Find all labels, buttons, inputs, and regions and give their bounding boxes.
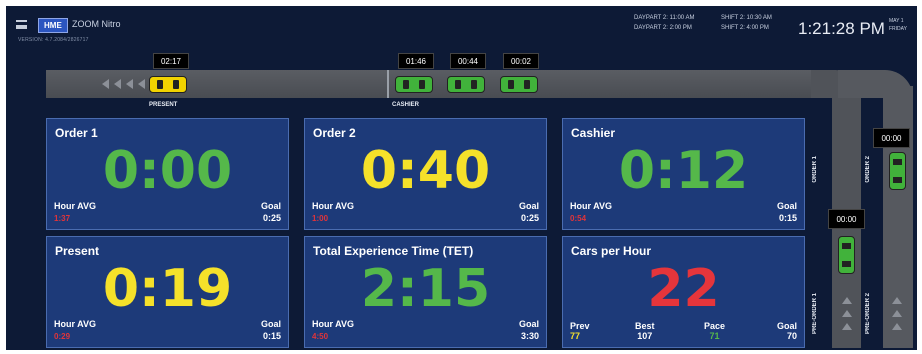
- version-text: VERSION: 4.7.2084/2826717: [18, 37, 89, 43]
- cph-title: Cars per Hour: [571, 244, 652, 258]
- date-info: MAY 1 FRIDAY: [889, 17, 907, 33]
- tet-goal-value: 3:30: [520, 331, 539, 341]
- cph-prev-value: 77: [570, 331, 581, 341]
- lane-arrow-icon: [138, 79, 145, 89]
- cph-pace-value: 71: [709, 331, 720, 341]
- order2-lane-label: ORDER 2: [865, 156, 871, 183]
- clock: 1:21:28 PM: [798, 19, 885, 38]
- cph-goal-label: Goal: [776, 321, 797, 331]
- present-lane-label: PRESENT: [149, 102, 178, 108]
- cars-per-hour-panel: Cars per Hour 22 Prev 77 Best 107 Pace 7…: [562, 236, 805, 348]
- cashier-panel: Cashier 0:12 Hour AVG 0:54 Goal 0:15: [562, 118, 805, 230]
- order1-car-timer: 00:00: [828, 209, 865, 229]
- present-goal-label: Goal: [260, 319, 281, 329]
- cph-prev: Prev 77: [570, 321, 590, 341]
- daypart-line-1: DAYPART 2: 11:00 AM: [634, 15, 695, 21]
- shift-info: SHIFT 2: 10:30 AM SHIFT 2: 4:00 PM: [721, 13, 772, 33]
- daypart-line-2: DAYPART 2: 2:00 PM: [634, 25, 692, 31]
- lane-arrow-icon: [102, 79, 109, 89]
- cashier-time: 0:12: [618, 141, 749, 201]
- cashier-car-3-icon[interactable]: [500, 76, 538, 93]
- order2-road: [883, 86, 913, 348]
- cashier-car-timer-3: 00:02: [503, 53, 539, 69]
- order1-time: 0:00: [102, 141, 233, 201]
- order1-car-icon[interactable]: [838, 236, 855, 274]
- date-line-1: MAY 1: [889, 18, 904, 24]
- lane-arrow-icon: [114, 79, 121, 89]
- cashier-car-2-icon[interactable]: [447, 76, 485, 93]
- daypart-info: DAYPART 2: 11:00 AM DAYPART 2: 2:00 PM: [634, 13, 694, 33]
- tet-title: Total Experience Time (TET): [313, 244, 474, 258]
- present-time: 0:19: [102, 259, 233, 319]
- tet-panel: Total Experience Time (TET) 2:15 Hour AV…: [304, 236, 547, 348]
- cashier-hour-avg-value: 0:54: [570, 214, 587, 223]
- preorder2-arrow-icon: [892, 297, 902, 304]
- cph-pace-label: Pace: [704, 321, 726, 331]
- cashier-car-1-icon[interactable]: [395, 76, 433, 93]
- cph-value: 22: [647, 259, 720, 319]
- order1-hour-avg-label: Hour AVG: [54, 201, 96, 211]
- order2-goal-label: Goal: [518, 201, 539, 211]
- shift-line-2: SHIFT 2: 4:00 PM: [721, 25, 769, 31]
- present-goal-value: 0:15: [262, 331, 281, 341]
- present-panel: Present 0:19 Hour AVG 0:29 Goal 0:15: [46, 236, 289, 348]
- app-name: ZOOM Nitro: [72, 19, 121, 29]
- cashier-goal-label: Goal: [776, 201, 797, 211]
- tet-goal-label: Goal: [518, 319, 539, 329]
- order1-goal-label: Goal: [260, 201, 281, 211]
- preorder1-arrow-icon: [842, 323, 852, 330]
- cph-best-value: 107: [637, 331, 653, 341]
- present-hour-avg-value: 0:29: [54, 332, 71, 341]
- cph-goal-value: 70: [786, 331, 797, 341]
- tet-hour-avg-label: Hour AVG: [312, 319, 354, 329]
- lane-divider: [387, 70, 389, 98]
- cph-best: Best 107: [635, 321, 655, 341]
- cph-goal: Goal 70: [777, 321, 797, 341]
- drive-thru-lane: 02:17 PRESENT 01:46 00:44 00:02 CASHIER: [6, 53, 917, 108]
- present-car-icon[interactable]: [149, 76, 187, 93]
- cashier-car-timer-2: 00:44: [450, 53, 486, 69]
- cashier-hour-avg-label: Hour AVG: [570, 201, 612, 211]
- cashier-goal-value: 0:15: [778, 213, 797, 223]
- cph-best-label: Best: [635, 321, 655, 331]
- order1-title: Order 1: [55, 126, 98, 140]
- cashier-title: Cashier: [571, 126, 616, 140]
- preorder2-arrow-icon: [892, 310, 902, 317]
- hme-logo: HME: [38, 18, 68, 33]
- order2-time: 0:40: [360, 141, 491, 201]
- preorder2-arrow-icon: [892, 323, 902, 330]
- order2-title: Order 2: [313, 126, 356, 140]
- cashier-car-timer-1: 01:46: [398, 53, 434, 69]
- date-line-2: FRIDAY: [889, 26, 907, 32]
- preorder1-lane-label: PRE-ORDER 1: [812, 293, 818, 335]
- order2-goal-value: 0:25: [520, 213, 539, 223]
- order2-car-icon[interactable]: [889, 152, 906, 190]
- order1-hour-avg-value: 1:37: [54, 214, 71, 223]
- preorder1-arrow-icon: [842, 297, 852, 304]
- shift-line-1: SHIFT 2: 10:30 AM: [721, 15, 772, 21]
- preorder1-arrow-icon: [842, 310, 852, 317]
- cashier-lane-label: CASHIER: [392, 102, 420, 108]
- tet-time: 2:15: [360, 259, 491, 319]
- order1-lane-label: ORDER 1: [812, 156, 818, 183]
- order1-goal-value: 0:25: [262, 213, 281, 223]
- tet-hour-avg-value: 4:50: [312, 332, 329, 341]
- lane-arrow-icon: [126, 79, 133, 89]
- order1-panel: Order 1 0:00 Hour AVG 1:37 Goal 0:25: [46, 118, 289, 230]
- order2-hour-avg-value: 1:00: [312, 214, 329, 223]
- present-title: Present: [55, 244, 100, 258]
- order2-hour-avg-label: Hour AVG: [312, 201, 354, 211]
- preorder2-lane-label: PRE-ORDER 2: [865, 293, 871, 335]
- cph-pace: Pace 71: [704, 321, 725, 341]
- present-hour-avg-label: Hour AVG: [54, 319, 96, 329]
- cph-prev-label: Prev: [570, 321, 590, 331]
- order2-panel: Order 2 0:40 Hour AVG 1:00 Goal 0:25: [304, 118, 547, 230]
- present-car-timer: 02:17: [153, 53, 189, 69]
- dashboard-screen: HME ZOOM Nitro VERSION: 4.7.2084/2826717…: [6, 6, 917, 350]
- order2-car-timer: 00:00: [873, 128, 910, 148]
- hamburger-menu-icon[interactable]: [16, 20, 27, 29]
